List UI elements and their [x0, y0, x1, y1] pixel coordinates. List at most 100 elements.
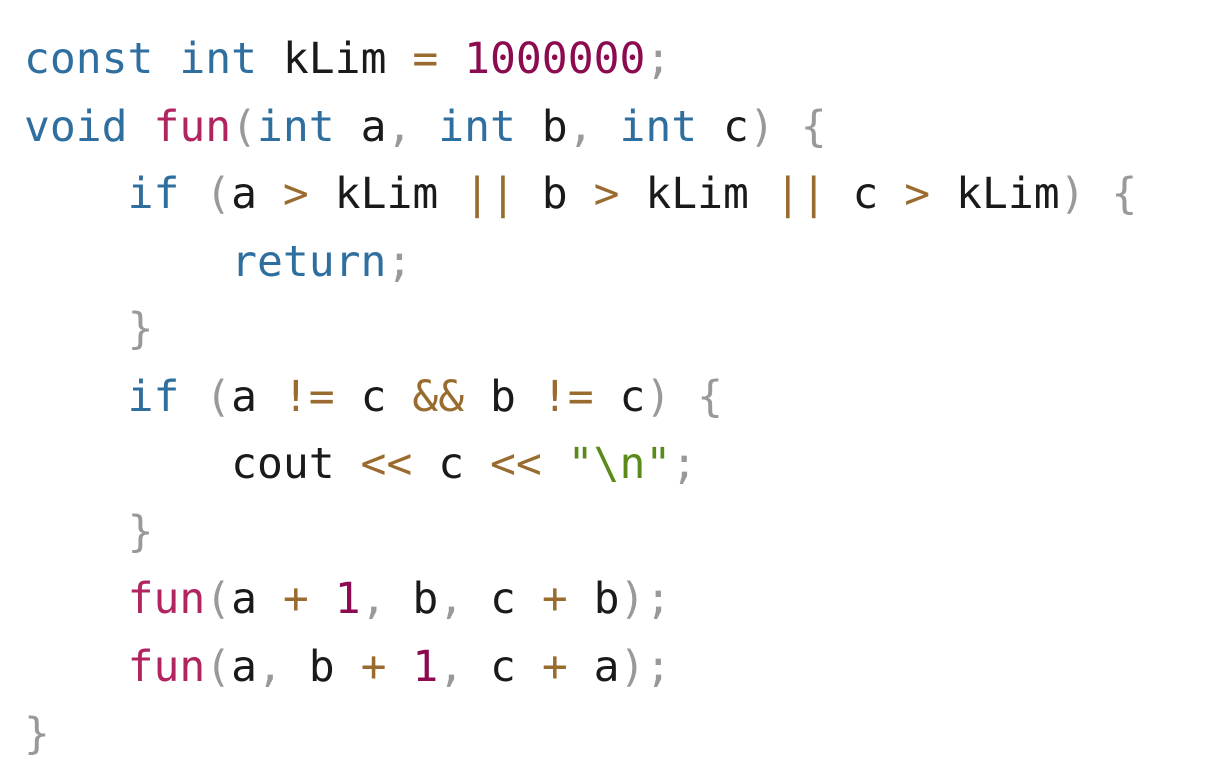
code-token-identifier: c — [697, 101, 749, 152]
code-token-punctuation: ; — [645, 34, 672, 84]
code-token-identifier: b — [567, 574, 620, 624]
code-token-punctuation: ) — [748, 101, 775, 152]
code-token-punctuation: , — [257, 641, 283, 692]
code-token-identifier — [24, 372, 128, 422]
code-token-punctuation: } — [127, 506, 154, 557]
code-token-identifier: b — [515, 169, 594, 219]
code-token-operator: > — [593, 169, 620, 219]
code-token-punctuation: ) — [1059, 169, 1086, 219]
code-token-identifier: c — [412, 439, 490, 489]
code-token-identifier — [179, 372, 205, 422]
code-token-keyword: return — [231, 236, 387, 287]
code-token-punctuation: ( — [205, 641, 232, 692]
code-token-operator: && — [412, 371, 465, 422]
code-line-11: } — [24, 701, 1137, 769]
code-token-operator: = — [412, 34, 439, 84]
code-token-identifier: c — [334, 371, 413, 422]
code-token-identifier — [594, 102, 620, 152]
code-token-punctuation: { — [1111, 169, 1138, 219]
code-token-identifier: a — [231, 371, 283, 422]
code-token-punctuation: ( — [205, 169, 232, 219]
code-token-punctuation: { — [697, 371, 724, 422]
code-line-1: const int kLim = 1000000; — [24, 26, 1137, 94]
code-token-keyword: int — [179, 34, 258, 84]
code-token-identifier — [775, 102, 801, 152]
code-token-identifier — [542, 439, 568, 489]
code-token-identifier — [412, 102, 438, 152]
code-token-punctuation: ); — [619, 641, 672, 692]
code-token-punctuation: , — [567, 101, 594, 152]
code-token-identifier — [24, 169, 128, 219]
code-token-identifier: a — [567, 641, 620, 692]
code-token-identifier: c — [593, 371, 646, 422]
code-token-identifier: kLim — [930, 169, 1060, 219]
code-token-operator: || — [464, 169, 516, 219]
code-token-operator: != — [541, 371, 594, 422]
code-token-identifier: kLim — [257, 34, 413, 84]
code-token-identifier — [1086, 169, 1112, 219]
code-token-identifier — [128, 102, 154, 152]
code-token-identifier: kLim — [308, 169, 465, 219]
code-token-keyword: int — [619, 101, 698, 152]
code-token-identifier: a — [231, 169, 283, 219]
code-token-function: fun — [127, 641, 206, 692]
code-token-string: "\n" — [567, 439, 672, 489]
code-token-identifier: b — [464, 371, 542, 422]
code-token-punctuation: } — [127, 304, 154, 354]
code-line-10: fun(a, b + 1, c + a); — [24, 634, 1137, 702]
code-token-punctuation: ( — [205, 574, 232, 624]
code-token-punctuation: ) — [645, 371, 672, 422]
code-line-9: fun(a + 1, b, c + b); — [24, 566, 1137, 634]
code-token-operator: << — [490, 439, 542, 489]
code-token-operator: + — [541, 641, 568, 692]
code-token-keyword: int — [438, 101, 516, 152]
code-token-identifier — [153, 34, 179, 84]
code-token-identifier: cout — [24, 439, 361, 489]
code-line-7: cout << c << "\n"; — [24, 431, 1137, 499]
code-token-punctuation: ); — [619, 574, 672, 624]
code-view: const int kLim = 1000000; void fun(int a,… — [24, 26, 1137, 769]
code-token-number: 1 — [334, 574, 361, 624]
code-token-operator: != — [282, 371, 335, 422]
code-token-punctuation: ( — [231, 101, 258, 152]
code-token-identifier: a — [334, 101, 387, 152]
code-token-identifier: c — [464, 574, 542, 624]
code-token-identifier: kLim — [619, 169, 775, 219]
code-token-function: fun — [127, 574, 206, 624]
code-token-identifier — [671, 372, 697, 422]
code-token-identifier — [24, 304, 128, 354]
code-token-identifier: a — [231, 574, 283, 624]
code-token-operator: << — [360, 439, 413, 489]
code-token-keyword: void — [24, 101, 128, 152]
code-token-operator: > — [904, 169, 931, 219]
code-token-keyword: if — [127, 169, 180, 219]
code-token-operator: > — [282, 169, 309, 219]
code-token-operator: || — [774, 169, 827, 219]
code-token-identifier — [24, 642, 128, 692]
code-token-punctuation: { — [800, 101, 827, 152]
code-line-5: } — [24, 296, 1137, 364]
code-token-punctuation: ; — [671, 439, 698, 489]
code-token-identifier: b — [282, 641, 361, 692]
code-token-keyword: const — [24, 34, 154, 84]
code-token-identifier — [24, 237, 231, 287]
code-token-identifier: c — [826, 169, 905, 219]
code-token-identifier — [438, 34, 464, 84]
code-token-identifier — [24, 507, 128, 557]
code-token-punctuation: , — [360, 574, 387, 624]
code-line-3: if (a > kLim || b > kLim || c > kLim) { — [24, 161, 1138, 229]
code-token-function: fun — [153, 101, 232, 152]
code-token-keyword: int — [257, 101, 335, 152]
code-token-number: 1 — [412, 641, 439, 692]
code-token-operator: + — [282, 574, 309, 624]
code-token-identifier: b — [515, 101, 568, 152]
code-token-identifier: c — [464, 641, 542, 692]
code-token-identifier — [179, 169, 205, 219]
code-token-identifier — [309, 574, 335, 624]
code-line-6: if (a != c && b != c) { — [24, 364, 1137, 432]
code-token-identifier: b — [386, 574, 439, 624]
code-token-punctuation: , — [386, 101, 413, 152]
code-token-operator: + — [360, 641, 387, 692]
code-token-number: 1000000 — [464, 34, 646, 84]
code-token-identifier: a — [231, 641, 258, 692]
